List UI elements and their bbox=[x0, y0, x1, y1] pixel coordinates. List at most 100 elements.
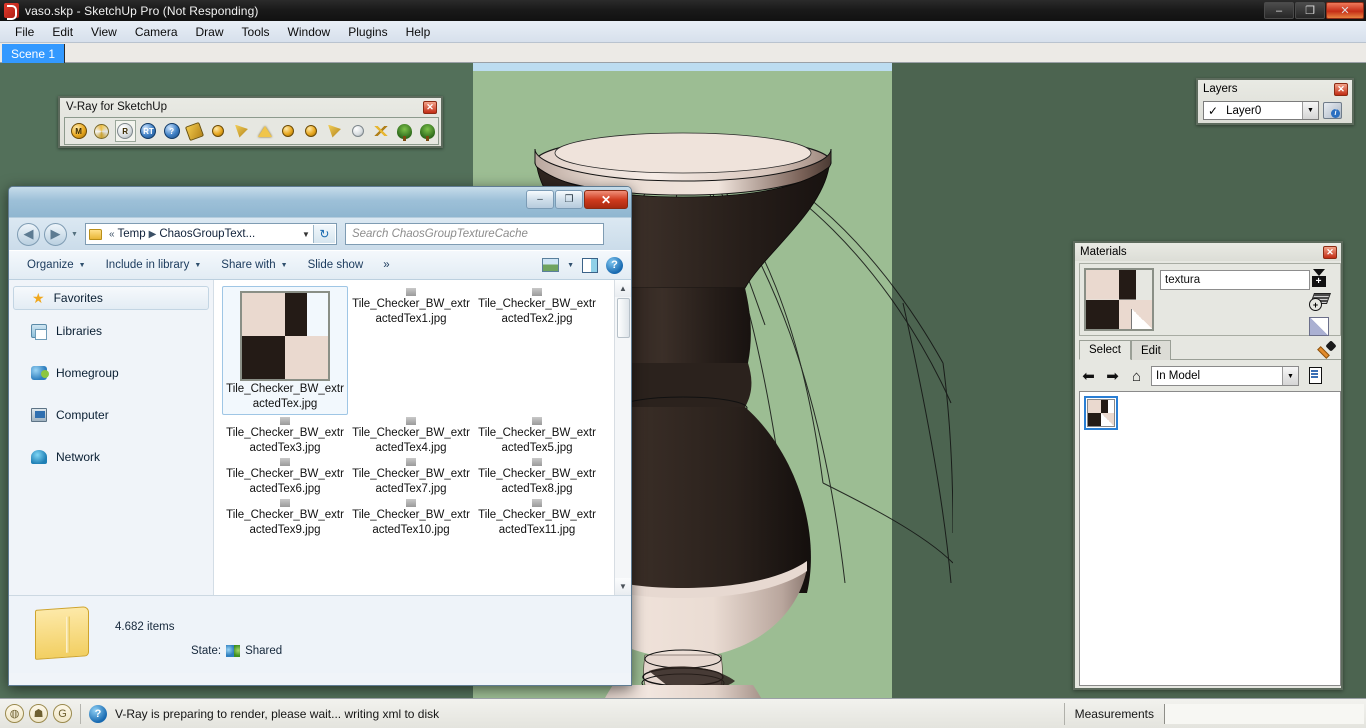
sidebar-item-network[interactable]: Network bbox=[9, 436, 213, 478]
materials-panel[interactable]: Materials ✕ textura Select Edit ⬅ ➡ ⌂ In… bbox=[1073, 241, 1343, 690]
vray-mesh-light-button[interactable] bbox=[370, 120, 391, 142]
chevron-down-icon[interactable]: ▼ bbox=[567, 262, 574, 269]
help-icon[interactable]: ? bbox=[606, 256, 623, 274]
file-item-10[interactable]: Tile_Checker_BW_extractedTex10.jpg bbox=[348, 497, 474, 538]
refresh-icon[interactable]: ↻ bbox=[312, 225, 335, 243]
nav-home-button[interactable]: ⌂ bbox=[1127, 367, 1146, 386]
sidebar-item-favorites[interactable]: ★ Favorites bbox=[13, 286, 209, 310]
vray-options-button[interactable]: ? bbox=[161, 120, 182, 142]
material-library-combo[interactable]: In Model ▼ bbox=[1151, 366, 1299, 386]
tab-select[interactable]: Select bbox=[1079, 340, 1131, 360]
layers-panel[interactable]: Layers ✕ ✓ Layer0 ▼ bbox=[1196, 78, 1354, 125]
details-button[interactable] bbox=[1304, 364, 1330, 386]
restore-button[interactable]: ❐ bbox=[1295, 2, 1325, 19]
vray-toolbar-panel[interactable]: V-Ray for SketchUp ✕ M R RT ? bbox=[58, 96, 443, 148]
chevron-down-icon[interactable]: ▼ bbox=[1302, 102, 1318, 119]
menu-camera[interactable]: Camera bbox=[126, 23, 187, 41]
minimize-button[interactable]: – bbox=[1264, 2, 1294, 19]
google-icon[interactable]: G bbox=[53, 704, 72, 723]
back-button[interactable]: ◀ bbox=[17, 222, 40, 246]
file-item-2[interactable]: Tile_Checker_BW_extractedTex2.jpg bbox=[474, 286, 600, 415]
vray-render-rt-button[interactable]: RT bbox=[138, 120, 159, 142]
vray-dome-light-button[interactable] bbox=[277, 120, 298, 142]
menu-file[interactable]: File bbox=[6, 23, 43, 41]
file-item-4[interactable]: Tile_Checker_BW_extractedTex4.jpg bbox=[348, 415, 474, 456]
sidebar-item-libraries[interactable]: Libraries bbox=[9, 310, 213, 352]
layer-visible-check[interactable]: ✓ bbox=[1208, 104, 1218, 118]
forward-button[interactable]: ▶ bbox=[44, 222, 67, 246]
slide-show-button[interactable]: Slide show bbox=[300, 256, 372, 274]
vray-rectangle-light-button[interactable] bbox=[231, 120, 252, 142]
scroll-down-arrow-icon[interactable]: ▼ bbox=[615, 578, 631, 595]
breadcrumb-part-temp[interactable]: Temp bbox=[118, 228, 146, 240]
menu-edit[interactable]: Edit bbox=[43, 23, 82, 41]
vray-proxy-export-button[interactable] bbox=[417, 120, 438, 142]
nav-back-button[interactable]: ⬅ bbox=[1079, 367, 1098, 386]
menu-plugins[interactable]: Plugins bbox=[339, 23, 396, 41]
vray-render-button[interactable]: R bbox=[114, 120, 136, 142]
layer-select-combo[interactable]: ✓ Layer0 ▼ bbox=[1203, 101, 1319, 120]
menu-tools[interactable]: Tools bbox=[233, 23, 279, 41]
menu-window[interactable]: Window bbox=[279, 23, 340, 41]
vray-material-editor-button[interactable]: M bbox=[68, 120, 89, 142]
file-item-1[interactable]: Tile_Checker_BW_extractedTex1.jpg bbox=[348, 286, 474, 415]
file-item-11[interactable]: Tile_Checker_BW_extractedTex11.jpg bbox=[474, 497, 600, 538]
share-with-button[interactable]: Share with ▼ bbox=[213, 256, 295, 274]
explorer-file-list[interactable]: Tile_Checker_BW_extractedTex.jpg Tile_Ch… bbox=[214, 280, 631, 595]
search-input[interactable]: Search ChaosGroupTextureCache bbox=[344, 223, 604, 245]
materials-list[interactable] bbox=[1079, 391, 1341, 686]
tab-edit[interactable]: Edit bbox=[1131, 340, 1171, 360]
explorer-minimize-button[interactable]: – bbox=[526, 190, 554, 209]
vray-frame-buffer-button[interactable] bbox=[184, 120, 205, 142]
geo-location-icon[interactable]: ◍ bbox=[5, 704, 24, 723]
vray-ies-light-button[interactable] bbox=[324, 120, 345, 142]
change-view-icon[interactable] bbox=[542, 258, 560, 272]
scroll-up-arrow-icon[interactable]: ▲ bbox=[615, 280, 631, 297]
breadcrumb-chevron-down-icon[interactable]: ▼ bbox=[302, 224, 310, 244]
vray-close-button[interactable]: ✕ bbox=[423, 101, 437, 114]
vray-asset-button[interactable] bbox=[91, 120, 112, 142]
vray-infinite-plane-button[interactable] bbox=[347, 120, 368, 142]
menu-draw[interactable]: Draw bbox=[187, 23, 233, 41]
nav-forward-button[interactable]: ➡ bbox=[1103, 367, 1122, 386]
more-commands-button[interactable]: » bbox=[375, 256, 397, 274]
scene-tab-1[interactable]: Scene 1 bbox=[2, 44, 66, 63]
chevron-down-icon[interactable]: ▼ bbox=[1282, 367, 1298, 385]
vray-spot-light-button[interactable] bbox=[254, 120, 275, 142]
organize-button[interactable]: Organize ▼ bbox=[19, 256, 94, 274]
vray-sphere-light-button[interactable] bbox=[208, 120, 229, 142]
measurements-input[interactable] bbox=[1164, 703, 1364, 724]
sidebar-item-computer[interactable]: Computer bbox=[9, 394, 213, 436]
person-icon[interactable]: ☗ bbox=[29, 704, 48, 723]
file-item-3[interactable]: Tile_Checker_BW_extractedTex3.jpg bbox=[222, 415, 348, 456]
create-material-button[interactable] bbox=[1306, 291, 1332, 313]
breadcrumb[interactable]: « Temp ▶ ChaosGroupText... ▼ ↻ bbox=[84, 223, 337, 245]
explorer-maximize-button[interactable]: ❐ bbox=[555, 190, 583, 209]
sample-paint-button[interactable] bbox=[1313, 340, 1339, 362]
display-options-button[interactable] bbox=[1306, 267, 1332, 289]
menu-help[interactable]: Help bbox=[397, 23, 440, 41]
file-explorer-window[interactable]: – ❐ ✕ ◀ ▶ ▼ « Temp ▶ ChaosGroupText... ▼… bbox=[8, 186, 632, 686]
include-in-library-button[interactable]: Include in library ▼ bbox=[98, 256, 210, 274]
layers-close-button[interactable]: ✕ bbox=[1334, 83, 1348, 96]
material-list-item-textura[interactable] bbox=[1084, 396, 1118, 430]
close-button[interactable]: ✕ bbox=[1326, 2, 1364, 19]
explorer-close-button[interactable]: ✕ bbox=[584, 190, 628, 209]
sidebar-item-homegroup[interactable]: Homegroup bbox=[9, 352, 213, 394]
file-item-7[interactable]: Tile_Checker_BW_extractedTex7.jpg bbox=[348, 456, 474, 497]
material-name-input[interactable]: textura bbox=[1160, 270, 1310, 290]
preview-pane-icon[interactable] bbox=[582, 257, 598, 273]
materials-close-button[interactable]: ✕ bbox=[1323, 246, 1337, 259]
file-item-0[interactable]: Tile_Checker_BW_extractedTex.jpg bbox=[222, 286, 348, 415]
file-item-8[interactable]: Tile_Checker_BW_extractedTex8.jpg bbox=[474, 456, 600, 497]
vray-omni-light-button[interactable] bbox=[301, 120, 322, 142]
file-item-6[interactable]: Tile_Checker_BW_extractedTex6.jpg bbox=[222, 456, 348, 497]
status-help-icon[interactable]: ? bbox=[89, 704, 107, 723]
vray-proxy-import-button[interactable] bbox=[394, 120, 415, 142]
scrollbar-thumb[interactable] bbox=[617, 298, 630, 338]
file-list-scrollbar[interactable]: ▲ ▼ bbox=[614, 280, 631, 595]
file-item-9[interactable]: Tile_Checker_BW_extractedTex9.jpg bbox=[222, 497, 348, 538]
layer-manager-icon[interactable] bbox=[1323, 102, 1342, 119]
history-caret-icon[interactable]: ▼ bbox=[71, 231, 78, 238]
default-color-button[interactable] bbox=[1306, 315, 1332, 337]
